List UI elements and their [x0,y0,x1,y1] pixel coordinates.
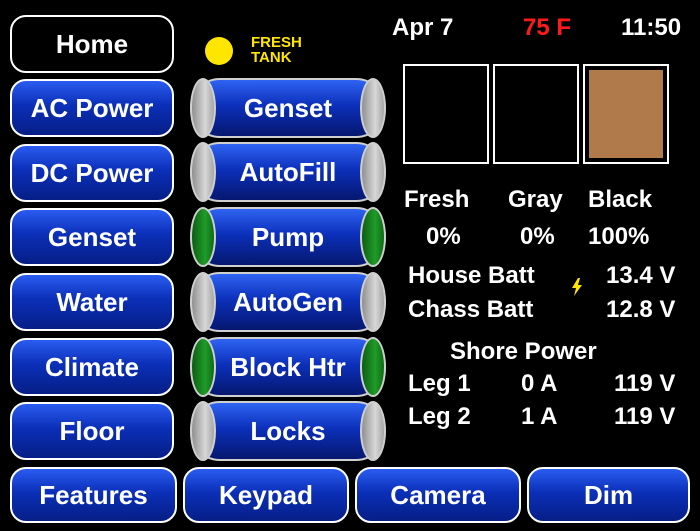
time-display: 11:50 [621,14,682,41]
black-tank-label-text: Black [588,186,653,213]
leg1-amps: 0 A [521,370,558,397]
gray-tank-gauge [493,64,579,164]
black-tank-fill [589,70,663,158]
toggle-genset-right-cap [360,78,386,138]
lightning-icon [572,278,582,296]
toggle-block-htr-left-cap [190,337,216,397]
leg2-volts: 119 V [614,403,676,430]
black-tank-gauge [583,64,669,164]
nav-ac-power-button[interactable]: AC Power [10,79,174,137]
toggle-block-htr-right-cap [360,337,386,397]
fresh-tank-label-text: Fresh [404,186,470,213]
toggle-autofill-right-cap [360,142,386,202]
toggle-locks-label: Locks [250,415,326,446]
leg1-label: Leg 1 [408,370,471,397]
toggle-pump-label: Pump [251,221,325,252]
leg1-volts: 119 V [614,370,676,397]
shore-power-title: Shore Power [450,338,597,365]
dim-button[interactable]: Dim [527,467,690,523]
toggle-pump-right-cap [360,207,386,267]
date-display: Apr 7 [392,14,454,41]
toggle-locks[interactable]: Locks [190,401,386,461]
toggle-pump[interactable]: Pump [190,207,386,267]
toggle-autofill-label: AutoFill [239,156,337,187]
toggle-locks-left-cap [190,401,216,461]
temperature-display: 75 F [523,14,572,41]
toggle-locks-right-cap [360,401,386,461]
leg2-amps: 1 A [521,403,558,430]
toggle-autogen-left-cap [190,272,216,332]
gray-tank-value: 0% [520,223,555,250]
fresh-tank-gauge [403,64,489,164]
camera-button[interactable]: Camera [355,467,521,523]
toggle-autofill[interactable]: AutoFill [190,142,386,202]
toggle-genset-left-cap [190,78,216,138]
toggle-genset-label: Genset [243,92,333,123]
chass-batt-value: 12.8 V [606,296,676,323]
toggle-block-htr[interactable]: Block Htr [190,337,386,397]
fresh-tank-label: FRESH TANK [251,35,302,65]
toggle-autogen[interactable]: AutoGen [190,272,386,332]
fresh-tank-value: 0% [426,223,461,250]
leg2-label: Leg 2 [408,403,471,430]
nav-floor-button[interactable]: Floor [10,402,174,460]
toggle-pump-left-cap [190,207,216,267]
features-button[interactable]: Features [10,467,177,523]
house-batt-value: 13.4 V [606,262,676,289]
chass-batt-label: Chass Batt [408,296,534,323]
house-batt-label: House Batt [408,262,535,289]
toggle-autofill-left-cap [190,142,216,202]
fresh-tank-indicator [205,37,233,65]
nav-climate-button[interactable]: Climate [10,338,174,396]
gray-tank-label-text: Gray [508,186,563,213]
toggle-block-htr-label: Block Htr [230,351,346,382]
toggle-genset[interactable]: Genset [190,78,386,138]
nav-dc-power-button[interactable]: DC Power [10,144,174,202]
fresh-tank-label-line2: TANK [251,49,292,66]
keypad-button[interactable]: Keypad [183,467,349,523]
black-tank-value: 100% [588,223,650,250]
fresh-tank-label-line1: FRESH [251,34,302,51]
home-button[interactable]: Home [10,15,174,73]
nav-genset-button[interactable]: Genset [10,208,174,266]
toggle-autogen-label: AutoGen [233,286,343,317]
toggle-autogen-right-cap [360,272,386,332]
nav-water-button[interactable]: Water [10,273,174,331]
